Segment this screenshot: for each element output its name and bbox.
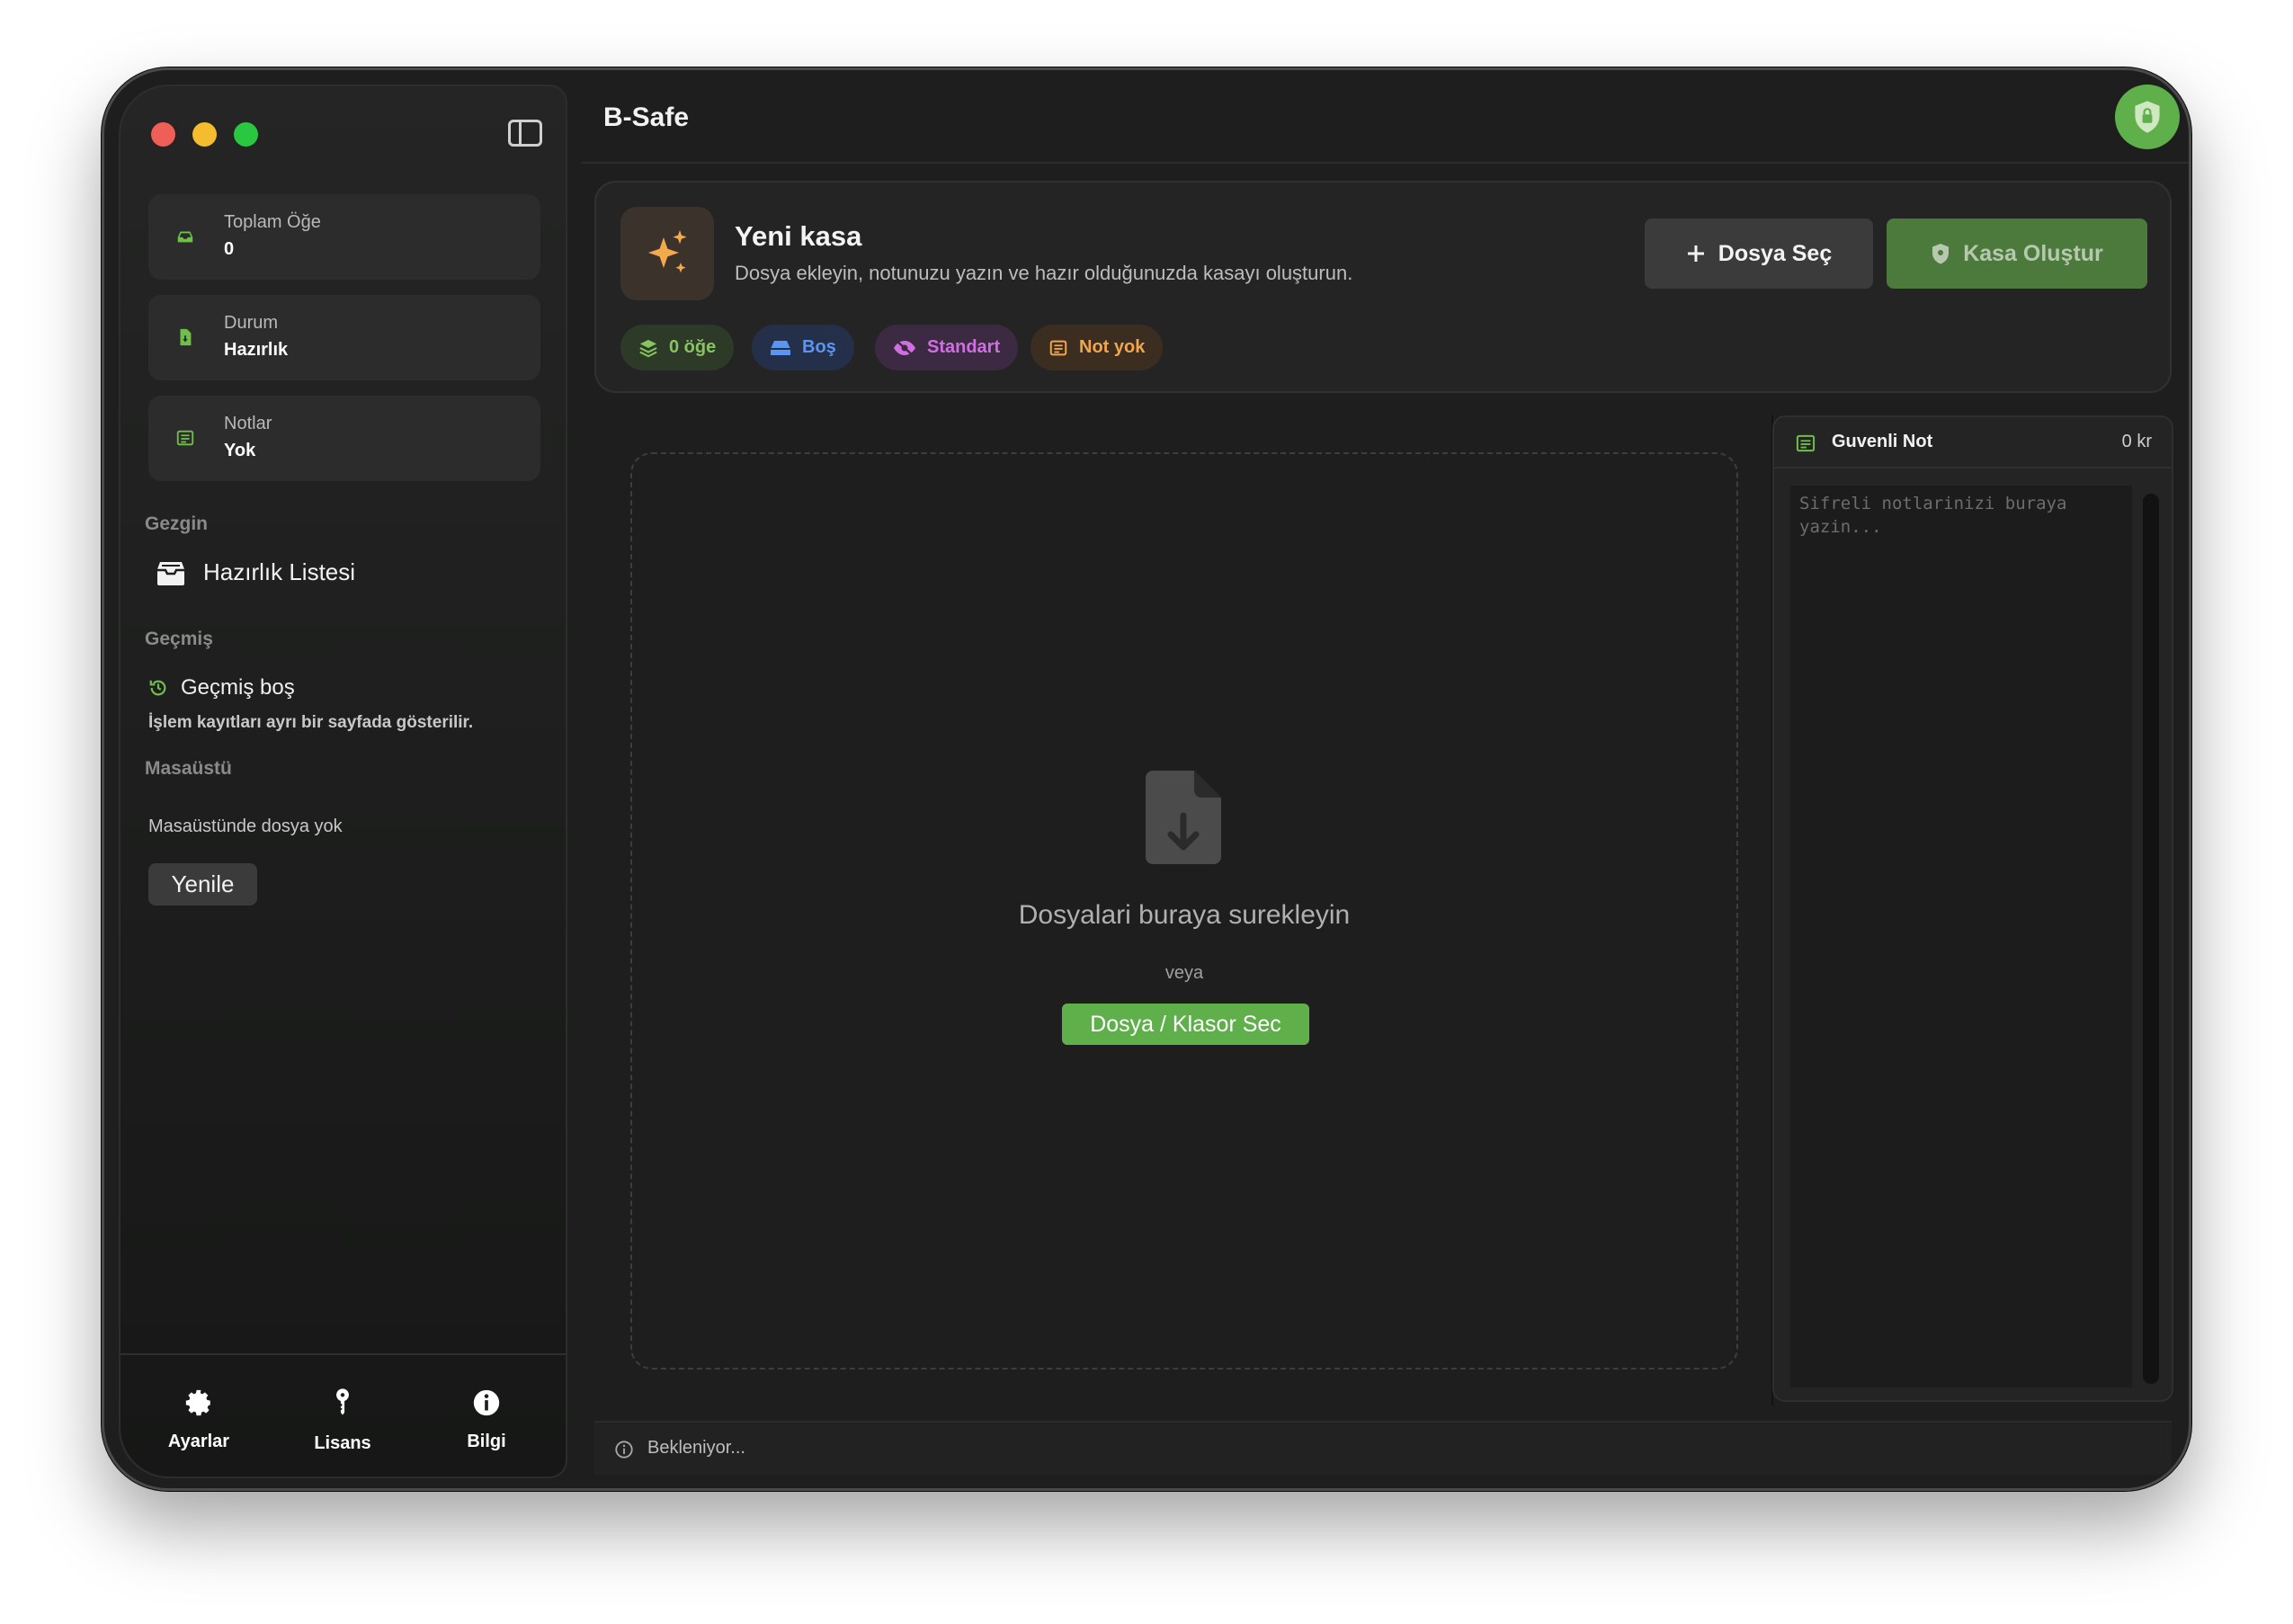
note-icon [1796,434,1816,452]
history-subtitle: İşlem kayıtları ayrı bir sayfada gösteri… [148,713,474,732]
section-title-history: Geçmiş [145,629,213,649]
stat-label: Toplam Öğe [224,212,321,232]
sidebar: Toplam Öğe 0 Durum Hazırlık Notlar Yok G… [119,85,567,1478]
create-vault-button[interactable]: Kasa Oluştur [1887,219,2147,289]
desktop-empty-label: Masaüstünde dosya yok [148,816,343,836]
note-scrollbar[interactable] [2143,494,2159,1384]
history-clock-icon [149,680,166,696]
app-window: Toplam Öğe 0 Durum Hazırlık Notlar Yok G… [102,67,2191,1491]
settings-label: Ayarlar [167,1432,230,1451]
standard-mode-label: Standart [927,337,1001,357]
secure-note-char-count: 0 kr [2121,432,2152,451]
info-button[interactable]: Bilgi [433,1388,540,1452]
create-vault-label: Kasa Oluştur [1963,240,2103,266]
close-window-button[interactable] [151,122,175,147]
items-count-label: 0 öğe [669,337,717,357]
layers-icon [639,339,657,357]
vault-title: Yeni kasa [735,220,862,252]
zoom-window-button[interactable] [234,122,258,147]
drive-icon [771,340,790,355]
secure-note-panel: Guvenli Not 0 kr [1772,415,2173,1402]
standard-mode-badge: Standart [875,325,1019,370]
sidebar-toggle-icon[interactable] [508,120,542,147]
history-empty-label: Geçmiş boş [181,675,295,700]
drop-zone-or: veya [1164,963,1204,983]
new-vault-card: Yeni kasa Dosya ekleyin, notunuzu yazın … [594,181,2172,393]
gear-icon [185,1389,210,1416]
empty-status-label: Boş [802,337,836,357]
select-file-folder-button[interactable]: Dosya / Klasor Sec [1062,1004,1309,1045]
stat-card-notes: Notlar Yok [148,396,540,481]
note-icon [1049,340,1067,355]
info-label: Bilgi [467,1432,506,1451]
note-status-label: Not yok [1079,337,1146,357]
refresh-button[interactable]: Yenile [148,863,257,906]
plus-icon [1687,245,1704,262]
sidebar-item-preparation-list[interactable]: Hazırlık Listesi [156,558,355,586]
note-status-badge: Not yok [1031,325,1164,370]
sidebar-item-label: Hazırlık Listesi [203,558,356,585]
stat-value: 0 [224,239,235,259]
file-drop-zone[interactable]: Dosyalari buraya surekleyin veya Dosya /… [630,452,1738,1370]
archive-box-icon [157,561,184,585]
key-icon [336,1388,349,1415]
stat-label: Durum [224,313,279,333]
header-divider [581,162,2189,164]
secure-note-header: Guvenli Not 0 kr [1774,417,2172,468]
status-text: Bekleniyor... [647,1438,745,1458]
stat-card-status: Durum Hazırlık [148,295,540,380]
items-count-badge: 0 öğe [620,325,735,370]
shield-lock-icon [2135,101,2160,133]
shield-icon [1932,244,1949,264]
select-file-label: Dosya Seç [1718,240,1833,266]
file-download-icon [1146,771,1221,864]
status-bar: Bekleniyor... [594,1421,2172,1475]
settings-button[interactable]: Ayarlar [145,1388,253,1452]
app-title: B-Safe [603,103,690,132]
minimize-window-button[interactable] [192,122,217,147]
drop-zone-title: Dosyalari buraya surekleyin [1018,900,1351,930]
empty-status-badge: Boş [752,325,854,370]
security-shield-avatar[interactable] [2115,85,2180,149]
stat-value: Hazırlık [224,340,289,360]
vault-subtitle: Dosya ekleyin, notunuzu yazın ve hazır o… [735,262,1353,284]
secure-note-textarea[interactable] [1790,486,2132,1388]
stat-card-total-items: Toplam Öğe 0 [148,194,540,280]
sidebar-footer: Ayarlar Lisans Bilgi [120,1353,566,1477]
note-icon [176,430,194,446]
section-title-explorer: Gezgin [145,513,209,534]
section-title-desktop: Masaüstü [145,758,232,779]
info-circle-icon [615,1441,633,1459]
eye-slash-icon [894,339,915,356]
document-status-icon [180,328,192,346]
license-button[interactable]: Lisans [289,1388,397,1454]
sparkles-icon [620,207,714,300]
stat-value: Yok [224,441,256,460]
license-label: Lisans [314,1433,371,1453]
secure-note-title: Guvenli Not [1832,432,1933,451]
history-empty-row: Geçmiş boş [148,675,295,700]
stat-label: Notlar [224,414,272,433]
tray-icon [177,231,193,243]
select-file-button[interactable]: Dosya Seç [1645,219,1873,289]
info-icon [473,1389,500,1416]
